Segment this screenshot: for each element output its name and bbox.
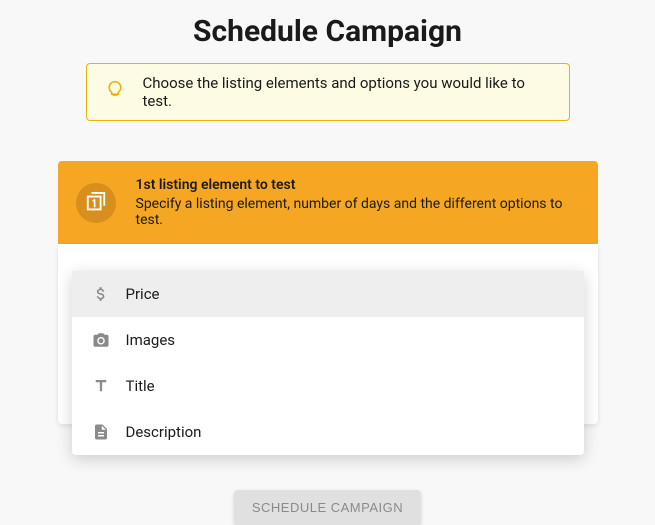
- menu-item-price[interactable]: Price: [72, 271, 584, 317]
- menu-item-label: Images: [126, 331, 176, 349]
- menu-item-images[interactable]: Images: [72, 317, 584, 363]
- schedule-campaign-button[interactable]: Schedule Campaign: [234, 490, 421, 525]
- camera-icon: [92, 331, 110, 349]
- menu-item-description[interactable]: Description: [72, 409, 584, 455]
- page-title: Schedule Campaign: [193, 14, 462, 49]
- menu-item-label: Price: [126, 285, 160, 303]
- card-header: 1st listing element to test Specify a li…: [58, 161, 598, 244]
- title-icon: [92, 377, 110, 395]
- element-select-menu: Price Images Title: [72, 271, 584, 455]
- menu-item-title[interactable]: Title: [72, 363, 584, 409]
- card-body: Price Images Title: [58, 244, 598, 424]
- tip-box: Choose the listing elements and options …: [86, 63, 570, 121]
- dollar-icon: [92, 285, 110, 303]
- description-icon: [92, 423, 110, 441]
- menu-item-label: Title: [126, 377, 155, 395]
- lightbulb-icon: [105, 80, 125, 104]
- filter-1-icon: [76, 183, 116, 223]
- card-subtitle: Specify a listing element, number of day…: [136, 196, 580, 228]
- card-title: 1st listing element to test: [136, 177, 580, 193]
- menu-item-label: Description: [126, 423, 202, 441]
- tip-text: Choose the listing elements and options …: [143, 74, 551, 110]
